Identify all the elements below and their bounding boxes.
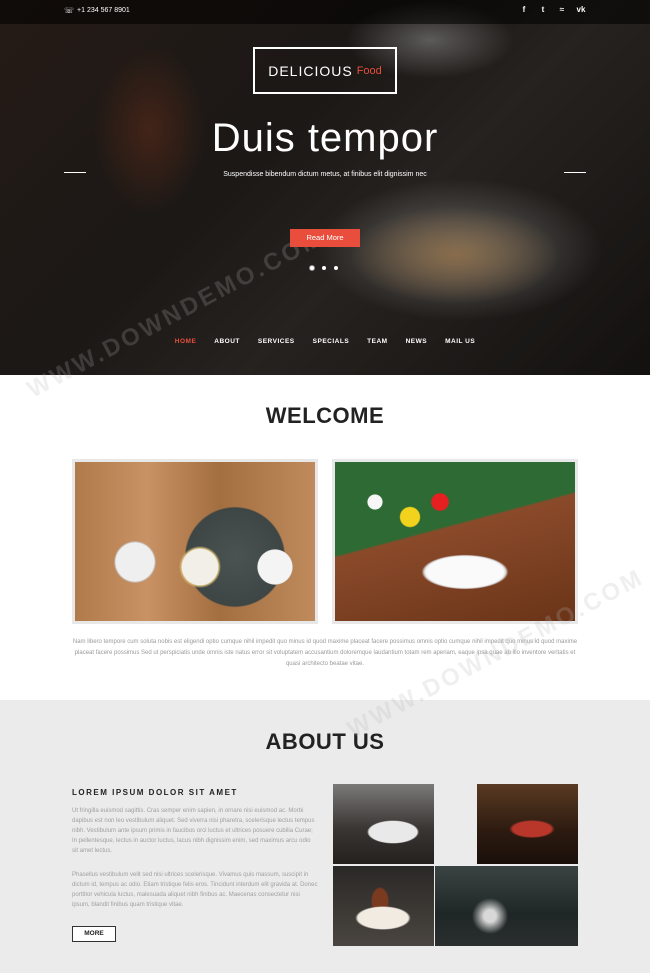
twitter-icon[interactable]: t: [538, 5, 548, 14]
slider-dot[interactable]: [310, 266, 314, 270]
slider-dot[interactable]: [322, 266, 326, 270]
facebook-icon[interactable]: f: [519, 5, 529, 14]
social-links: f t ≈ vk: [519, 5, 586, 14]
phone-contact[interactable]: ☏ +1 234 567 8901: [64, 6, 130, 15]
nav-item-home[interactable]: HOME: [166, 338, 206, 345]
about-paragraph: Phasellus vestibulum velit sed nisi ultr…: [72, 872, 318, 908]
site-logo[interactable]: DELICIOUS Food: [253, 47, 397, 94]
about-heading: LOREM IPSUM DOLOR SIT AMET: [72, 788, 238, 797]
more-button[interactable]: MORE: [72, 926, 116, 942]
phone-icon: ☏: [64, 6, 75, 15]
main-nav: HOME ABOUT SERVICES SPECIALS TEAM NEWS M…: [0, 338, 650, 345]
nav-item-specials[interactable]: SPECIALS: [304, 338, 359, 345]
top-bar: ☏ +1 234 567 8901 f t ≈ vk: [0, 0, 650, 24]
nav-item-news[interactable]: NEWS: [397, 338, 437, 345]
about-photo-meat: [477, 784, 578, 864]
vk-icon[interactable]: vk: [576, 5, 586, 14]
about-photo-kitchen: [435, 866, 578, 946]
welcome-photo-dish: [332, 459, 578, 624]
about-photo-dish: [333, 866, 434, 946]
welcome-photo-table: [72, 459, 318, 624]
welcome-title: WELCOME: [265, 403, 385, 428]
nav-item-services[interactable]: SERVICES: [249, 338, 304, 345]
about-title: ABOUT US: [265, 729, 385, 754]
hero-banner: ☏ +1 234 567 8901 f t ≈ vk DELICIOUS Foo…: [0, 0, 650, 375]
nav-item-about[interactable]: ABOUT: [205, 338, 249, 345]
nav-item-mail-us[interactable]: MAIL US: [436, 338, 484, 345]
phone-number: +1 234 567 8901: [77, 7, 130, 14]
slider-dot[interactable]: [334, 266, 338, 270]
nav-item-team[interactable]: TEAM: [358, 338, 396, 345]
logo-main-text: DELICIOUS: [268, 62, 353, 79]
logo-sub-text: Food: [356, 64, 382, 77]
hero-subtitle: Suspendisse bibendum dictum metus, at fi…: [223, 171, 427, 178]
about-paragraph: Ut fringilla euismod sagittis. Cras semp…: [72, 808, 315, 854]
about-photo-plate: [333, 784, 434, 864]
slider-dots: [310, 266, 338, 270]
hero-title: Duis tempor: [211, 116, 439, 160]
read-more-button[interactable]: Read More: [290, 229, 360, 247]
rss-icon[interactable]: ≈: [557, 5, 567, 14]
